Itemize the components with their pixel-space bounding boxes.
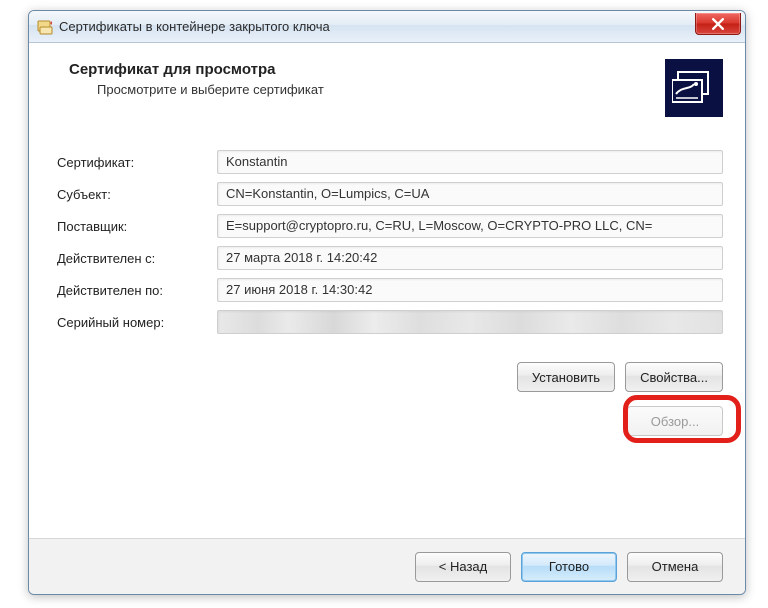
label-valid-from: Действителен с: — [57, 251, 217, 266]
field-serial[interactable] — [217, 310, 723, 334]
close-icon — [712, 18, 724, 30]
browse-button: Обзор... — [627, 406, 723, 436]
label-subject: Субъект: — [57, 187, 217, 202]
label-certificate: Сертификат: — [57, 155, 217, 170]
field-valid-from[interactable]: 27 марта 2018 г. 14:20:42 — [217, 246, 723, 270]
certificate-icon — [665, 59, 723, 117]
field-valid-to[interactable]: 27 июня 2018 г. 14:30:42 — [217, 278, 723, 302]
header-subtitle: Просмотрите и выберите сертификат — [69, 82, 655, 97]
cancel-button[interactable]: Отмена — [627, 552, 723, 582]
browse-row: Обзор... — [29, 392, 745, 436]
header-title: Сертификат для просмотра — [69, 61, 655, 78]
form-area: Сертификат: Konstantin Субъект: CN=Konst… — [29, 132, 745, 334]
dialog-window: Сертификаты в контейнере закрытого ключа… — [28, 10, 746, 595]
field-certificate[interactable]: Konstantin — [217, 150, 723, 174]
close-button[interactable] — [695, 13, 741, 35]
label-valid-to: Действителен по: — [57, 283, 217, 298]
label-serial: Серийный номер: — [57, 315, 217, 330]
field-issuer[interactable]: E=support@cryptopro.ru, C=RU, L=Moscow, … — [217, 214, 723, 238]
back-button[interactable]: < Назад — [415, 552, 511, 582]
header: Сертификат для просмотра Просмотрите и в… — [29, 43, 745, 131]
properties-button[interactable]: Свойства... — [625, 362, 723, 392]
window-title: Сертификаты в контейнере закрытого ключа — [59, 19, 330, 34]
finish-button[interactable]: Готово — [521, 552, 617, 582]
footer: < Назад Готово Отмена — [29, 538, 745, 594]
field-subject[interactable]: CN=Konstantin, O=Lumpics, C=UA — [217, 182, 723, 206]
install-button[interactable]: Установить — [517, 362, 615, 392]
app-icon — [37, 19, 53, 35]
titlebar: Сертификаты в контейнере закрытого ключа — [29, 11, 745, 43]
action-row: Установить Свойства... — [29, 342, 745, 392]
label-issuer: Поставщик: — [57, 219, 217, 234]
